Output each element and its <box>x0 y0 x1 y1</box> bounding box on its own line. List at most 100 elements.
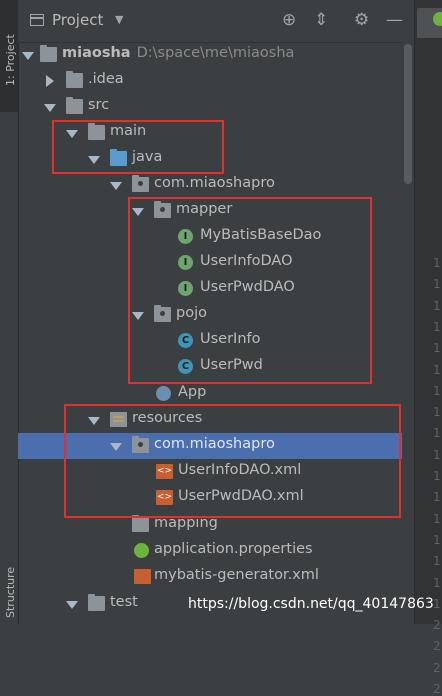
collapse-all-icon[interactable]: ⇕ <box>314 10 328 30</box>
expand-arrow-icon[interactable] <box>110 439 122 453</box>
watermark: https://blog.csdn.net/qq_40147863 <box>188 596 434 612</box>
expand-arrow-icon[interactable] <box>44 100 56 114</box>
tree-node-label: mybatis-generator.xml <box>154 567 319 583</box>
tree-node-label: App <box>178 384 207 400</box>
tree-node-label: com.miaoshapro <box>154 436 275 452</box>
tree-node-main[interactable]: main <box>18 120 414 146</box>
tree-node-mybatisbasedao[interactable]: I MyBatisBaseDao <box>18 224 414 250</box>
line-number: 1 <box>433 298 441 313</box>
tree-node-label: main <box>110 123 147 139</box>
expand-arrow-icon[interactable] <box>66 597 78 611</box>
spring-properties-icon <box>134 543 149 558</box>
tree-node-label: UserPwdDAO.xml <box>178 488 304 504</box>
editor-area: 1 1 1 1 1 1 1 1 1 1 1 1 1 1 1 1 1 2 2 2 2 <box>414 0 442 696</box>
tree-node-resources[interactable]: resources <box>18 407 414 433</box>
project-panel-header: Project ▼ ⊕ ⇕ ⚙ — <box>18 0 414 43</box>
tree-node-label: mapping <box>154 515 218 531</box>
expand-arrow-icon[interactable] <box>132 308 144 322</box>
package-icon <box>132 175 149 192</box>
tree-node-label: MyBatisBaseDao <box>200 227 322 243</box>
structure-tool-tab-label: Structure <box>4 566 17 618</box>
tree-node-label: test <box>110 594 138 610</box>
tree-node-application-properties[interactable]: application.properties <box>18 538 414 564</box>
tree-node-label: UserInfoDAO.xml <box>178 462 302 478</box>
tree-node-miaosha[interactable]: miaosha D:\space\me\miaosha <box>18 42 414 68</box>
package-icon <box>154 201 171 218</box>
locate-target-icon[interactable]: ⊕ <box>282 10 296 30</box>
tree-node-mapping[interactable]: mapping <box>18 512 414 538</box>
tree-node-mybatis-generator-xml[interactable]: mybatis-generator.xml <box>18 564 414 590</box>
resources-folder-icon <box>110 412 127 427</box>
tree-node-label: pojo <box>176 305 207 321</box>
tree-node-label: miaosha D:\space\me\miaosha <box>62 45 295 61</box>
line-number: 1 <box>433 277 441 292</box>
tree-node-label: .idea <box>88 71 124 87</box>
line-number: 1 <box>433 596 441 611</box>
spring-boot-app-icon <box>156 386 171 401</box>
line-number: 1 <box>433 319 441 334</box>
expand-arrow-icon[interactable] <box>88 413 100 427</box>
scrollbar-thumb[interactable] <box>404 44 412 184</box>
minimize-icon[interactable]: — <box>386 10 403 30</box>
line-number: 2 <box>433 639 441 654</box>
tree-node-label: UserInfoDAO <box>200 253 293 269</box>
line-number: 1 <box>433 405 441 420</box>
expand-arrow-icon[interactable] <box>110 178 122 192</box>
collapse-arrow-icon[interactable] <box>44 74 56 88</box>
xml-file-icon <box>134 569 151 584</box>
line-number: 1 <box>433 447 441 462</box>
tree-node-label: UserPwd <box>200 357 263 373</box>
expand-arrow-icon[interactable] <box>66 126 78 140</box>
tree-node-label: application.properties <box>154 541 313 557</box>
folder-icon <box>88 594 105 611</box>
tree-node-userpwddao[interactable]: I UserPwdDAO <box>18 276 414 302</box>
tree-node-res-com-miaoshapro[interactable]: com.miaoshapro <box>18 433 414 459</box>
line-number: 2 <box>433 682 441 696</box>
project-view-icon <box>30 14 44 26</box>
line-number: 1 <box>433 490 441 505</box>
line-number: 2 <box>433 618 441 633</box>
xml-file-icon: <> <box>156 464 173 479</box>
xml-file-icon: <> <box>156 490 173 505</box>
line-number: 1 <box>433 362 441 377</box>
tree-node-userpwddao-xml[interactable]: <> UserPwdDAO.xml <box>18 485 414 511</box>
tree-node-java[interactable]: java <box>18 146 414 172</box>
tree-node-app[interactable]: App <box>18 381 414 407</box>
project-tree: miaosha D:\space\me\miaosha .idea src mai… <box>18 42 414 624</box>
interface-icon: I <box>178 255 193 270</box>
line-number: 1 <box>433 554 441 569</box>
tree-node-userinfodao-xml[interactable]: <> UserInfoDAO.xml <box>18 459 414 485</box>
spring-file-icon <box>433 12 442 26</box>
tree-node-label: UserInfo <box>200 331 261 347</box>
folder-icon <box>132 515 149 532</box>
package-icon <box>132 436 149 453</box>
expand-arrow-icon[interactable] <box>22 48 34 62</box>
project-tool-tab-label: 1: Project <box>4 34 17 86</box>
expand-arrow-icon[interactable] <box>88 152 100 166</box>
project-view-selector[interactable]: Project <box>52 11 103 29</box>
tree-node-label: src <box>88 97 110 113</box>
project-tool-tab[interactable]: 1: Project <box>0 0 18 112</box>
tree-node-label: resources <box>132 410 203 426</box>
editor-tab[interactable] <box>417 8 442 38</box>
gear-icon[interactable]: ⚙ <box>354 10 369 30</box>
tree-node-userinfo[interactable]: C UserInfo <box>18 328 414 354</box>
tree-node-pojo[interactable]: pojo <box>18 302 414 328</box>
tree-node-label: java <box>132 149 163 165</box>
tree-node-src[interactable]: src <box>18 94 414 120</box>
class-icon: C <box>178 359 193 374</box>
tree-node-idea[interactable]: .idea <box>18 68 414 94</box>
tree-node-label: UserPwdDAO <box>200 279 295 295</box>
tree-node-userpwd[interactable]: C UserPwd <box>18 354 414 380</box>
tree-node-com-miaoshapro[interactable]: com.miaoshapro <box>18 172 414 198</box>
structure-tool-tab[interactable]: Structure <box>0 560 18 624</box>
project-path: D:\space\me\miaosha <box>136 45 295 61</box>
line-number: 1 <box>433 469 441 483</box>
tree-node-mapper[interactable]: mapper <box>18 198 414 224</box>
expand-arrow-icon[interactable] <box>132 204 144 218</box>
tool-window-strip: 1: Project Structure <box>0 0 19 624</box>
tree-node-userinfodao[interactable]: I UserInfoDAO <box>18 250 414 276</box>
line-number: 1 <box>433 383 441 398</box>
chevron-down-icon[interactable]: ▼ <box>115 13 123 26</box>
line-number: 1 <box>433 511 441 526</box>
